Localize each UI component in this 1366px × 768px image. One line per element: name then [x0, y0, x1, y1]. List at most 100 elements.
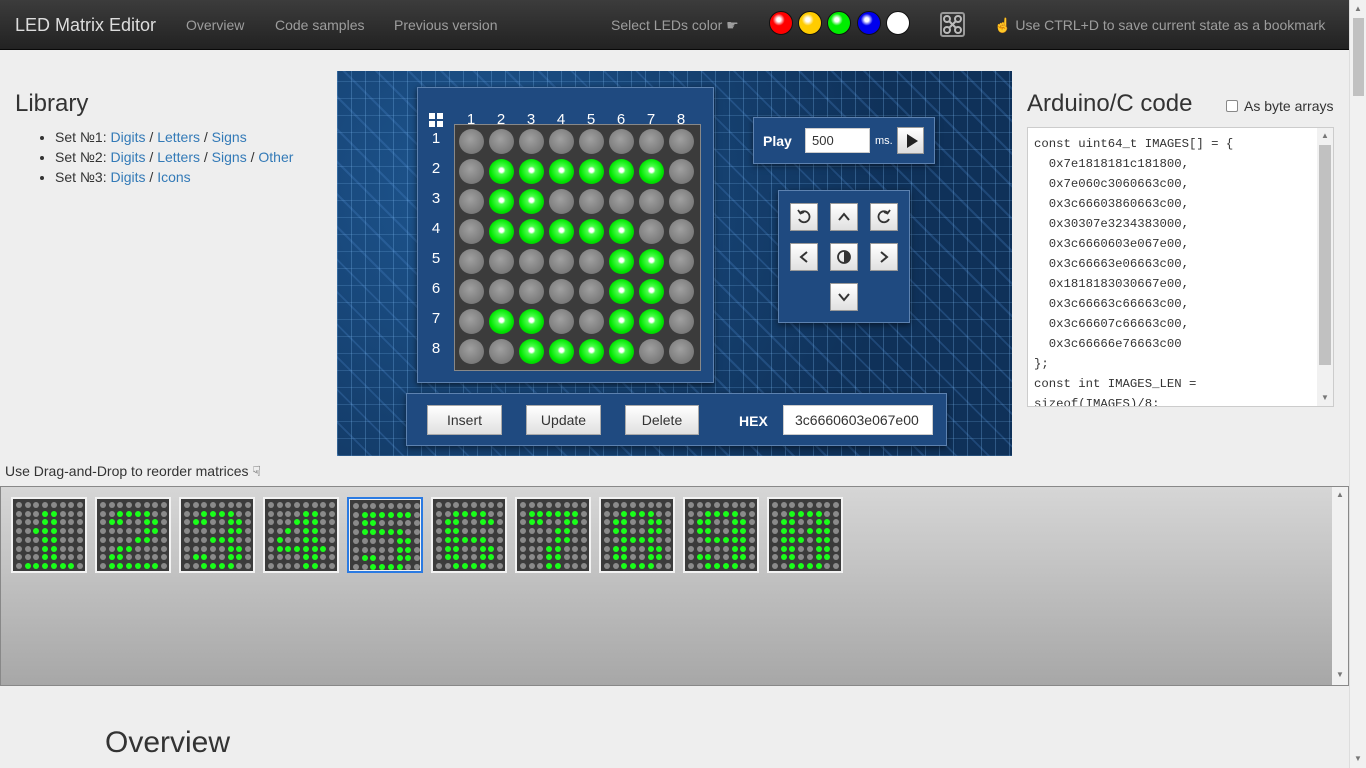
set1-signs-link[interactable]: Signs: [212, 129, 247, 145]
page-scrollbar[interactable]: ▲ ▼: [1349, 0, 1366, 768]
led-cell[interactable]: [579, 129, 604, 154]
row-toggle-8[interactable]: 8: [426, 340, 446, 357]
set2-digits-link[interactable]: Digits: [111, 149, 146, 165]
led-cell[interactable]: [549, 129, 574, 154]
led-cell[interactable]: [459, 129, 484, 154]
led-cell[interactable]: [549, 219, 574, 244]
row-toggle-6[interactable]: 6: [426, 280, 446, 297]
matrix-thumbnail[interactable]: [599, 497, 675, 573]
row-toggle-7[interactable]: 7: [426, 310, 446, 327]
led-cell[interactable]: [549, 279, 574, 304]
led-color-white[interactable]: [886, 11, 910, 35]
shift-down-button[interactable]: [830, 283, 858, 311]
set1-letters-link[interactable]: Letters: [157, 129, 200, 145]
play-interval-input[interactable]: 500: [805, 128, 870, 153]
scroll-down-icon[interactable]: ▼: [1336, 670, 1344, 679]
nav-link-code-samples[interactable]: Code samples: [275, 17, 365, 33]
row-toggle-1[interactable]: 1: [426, 130, 446, 147]
led-cell[interactable]: [459, 219, 484, 244]
row-toggle-3[interactable]: 3: [426, 190, 446, 207]
led-cell[interactable]: [519, 279, 544, 304]
led-cell[interactable]: [459, 249, 484, 274]
led-cell[interactable]: [639, 339, 664, 364]
led-cell[interactable]: [669, 129, 694, 154]
led-cell[interactable]: [639, 279, 664, 304]
matrix-thumbnail[interactable]: [95, 497, 171, 573]
shift-up-button[interactable]: [830, 203, 858, 231]
led-cell[interactable]: [579, 159, 604, 184]
led-cell[interactable]: [609, 339, 634, 364]
matrix-thumbnail[interactable]: [347, 497, 423, 573]
led-cell[interactable]: [489, 279, 514, 304]
led-cell[interactable]: [489, 129, 514, 154]
row-toggle-4[interactable]: 4: [426, 220, 446, 237]
led-cell[interactable]: [489, 219, 514, 244]
led-cell[interactable]: [669, 189, 694, 214]
matrix-thumbnail[interactable]: [767, 497, 843, 573]
matrix-thumbnail[interactable]: [179, 497, 255, 573]
matrix-thumbnail[interactable]: [11, 497, 87, 573]
set1-digits-link[interactable]: Digits: [111, 129, 146, 145]
led-cell[interactable]: [549, 339, 574, 364]
led-cell[interactable]: [669, 309, 694, 334]
scroll-thumb[interactable]: [1353, 18, 1364, 96]
led-cell[interactable]: [669, 279, 694, 304]
led-cell[interactable]: [609, 129, 634, 154]
led-cell[interactable]: [639, 219, 664, 244]
byte-arrays-checkbox[interactable]: [1226, 100, 1238, 112]
led-color-yellow[interactable]: [798, 11, 822, 35]
code-output[interactable]: const uint64_t IMAGES[] = { 0x7e1818181c…: [1027, 127, 1334, 407]
led-cell[interactable]: [639, 159, 664, 184]
byte-arrays-toggle[interactable]: As byte arrays: [1226, 98, 1333, 114]
scroll-up-icon[interactable]: ▲: [1354, 4, 1362, 13]
play-button[interactable]: [897, 127, 924, 154]
led-cell[interactable]: [489, 159, 514, 184]
led-cell[interactable]: [579, 279, 604, 304]
led-cell[interactable]: [639, 189, 664, 214]
update-button[interactable]: Update: [526, 405, 601, 435]
toggle-all-icon[interactable]: [429, 113, 443, 127]
led-cell[interactable]: [669, 159, 694, 184]
shift-right-button[interactable]: [870, 243, 898, 271]
rotate-left-button[interactable]: [790, 203, 818, 231]
led-cell[interactable]: [579, 339, 604, 364]
hex-input[interactable]: 3c6660603e067e00: [783, 405, 933, 435]
led-cell[interactable]: [489, 339, 514, 364]
matrix-thumbnail[interactable]: [683, 497, 759, 573]
set3-icons-link[interactable]: Icons: [157, 169, 190, 185]
led-cell[interactable]: [549, 159, 574, 184]
code-scrollbar[interactable]: ▲ ▼: [1317, 128, 1333, 406]
scroll-down-icon[interactable]: ▼: [1321, 393, 1329, 402]
led-cell[interactable]: [549, 189, 574, 214]
insert-button[interactable]: Insert: [427, 405, 502, 435]
led-cell[interactable]: [579, 219, 604, 244]
matrix-thumbnail[interactable]: [515, 497, 591, 573]
led-cell[interactable]: [669, 339, 694, 364]
shift-left-button[interactable]: [790, 243, 818, 271]
led-cell[interactable]: [459, 279, 484, 304]
code-text[interactable]: const uint64_t IMAGES[] = { 0x7e1818181c…: [1034, 134, 1233, 406]
led-cell[interactable]: [669, 249, 694, 274]
led-cell[interactable]: [609, 219, 634, 244]
led-cell[interactable]: [519, 129, 544, 154]
led-cell[interactable]: [519, 189, 544, 214]
led-cell[interactable]: [459, 189, 484, 214]
led-cell[interactable]: [519, 249, 544, 274]
invert-button[interactable]: [830, 243, 858, 271]
led-cell[interactable]: [609, 279, 634, 304]
led-cell[interactable]: [489, 249, 514, 274]
led-cell[interactable]: [639, 309, 664, 334]
set2-signs-link[interactable]: Signs: [212, 149, 247, 165]
set2-letters-link[interactable]: Letters: [157, 149, 200, 165]
led-cell[interactable]: [519, 159, 544, 184]
scroll-down-icon[interactable]: ▼: [1354, 754, 1362, 763]
led-cell[interactable]: [669, 219, 694, 244]
led-cell[interactable]: [459, 339, 484, 364]
led-cell[interactable]: [549, 249, 574, 274]
led-cell[interactable]: [489, 189, 514, 214]
led-cell[interactable]: [639, 249, 664, 274]
row-toggle-5[interactable]: 5: [426, 250, 446, 267]
led-cell[interactable]: [519, 339, 544, 364]
matrix-thumbnail[interactable]: [263, 497, 339, 573]
led-color-blue[interactable]: [857, 11, 881, 35]
